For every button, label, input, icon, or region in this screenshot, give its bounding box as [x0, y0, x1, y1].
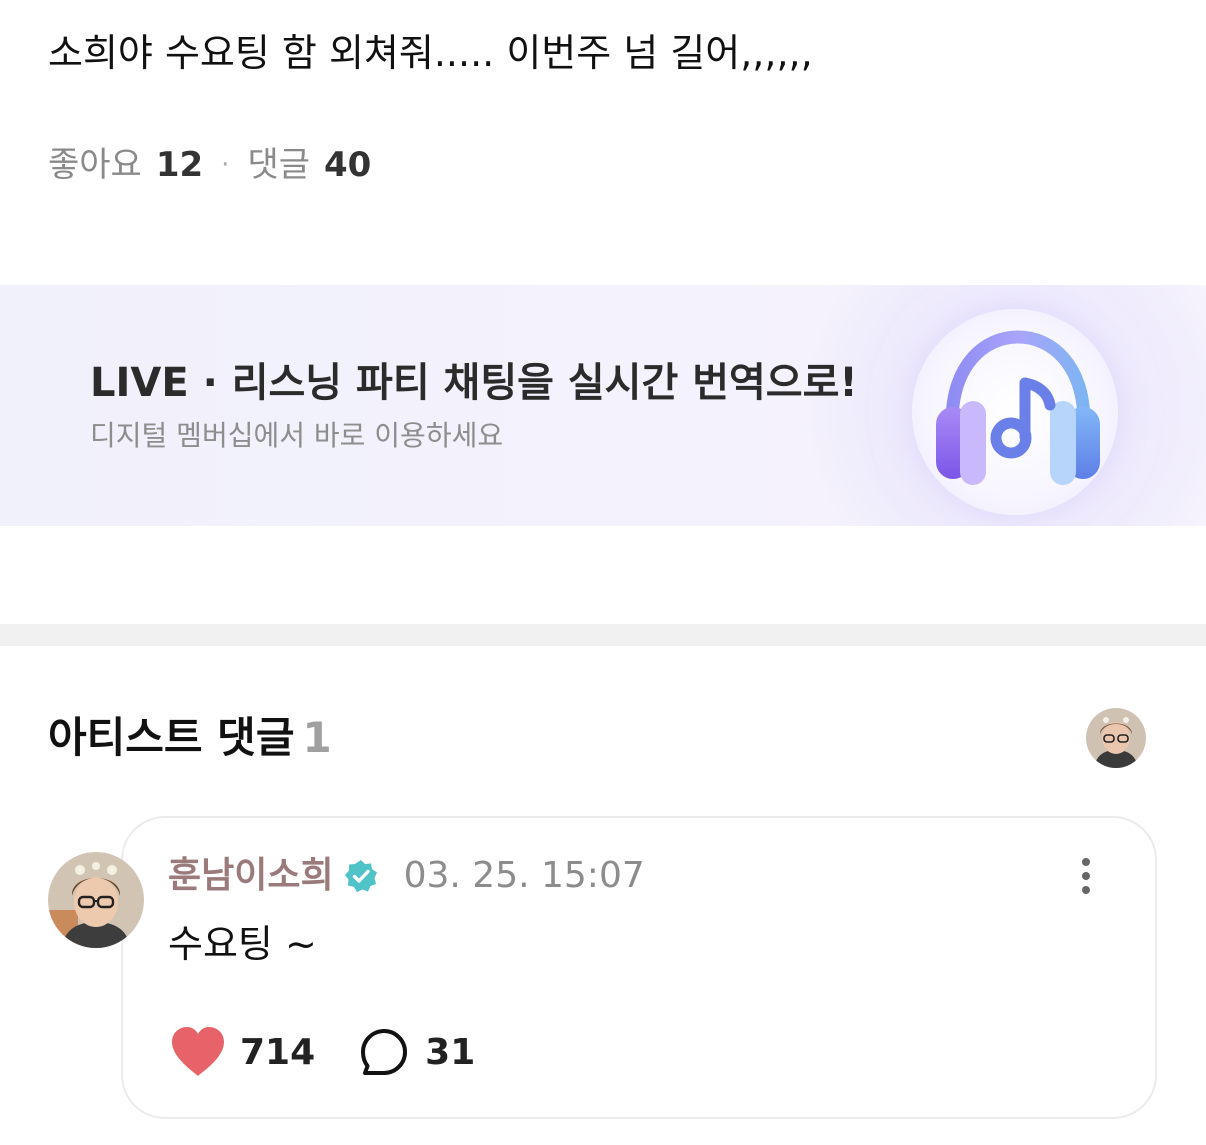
like-count: 714 — [240, 1031, 316, 1073]
post-stats: 좋아요 12 · 댓글 40 — [48, 142, 371, 188]
artist-avatar-image — [1086, 708, 1146, 768]
comments-label[interactable]: 댓글 — [247, 142, 310, 188]
likes-label[interactable]: 좋아요 — [48, 142, 142, 188]
banner-title: LIVE · 리스닝 파티 채팅을 실시간 번역으로! — [90, 360, 858, 406]
verified-badge-icon — [344, 860, 377, 892]
comment-actions: 714 31 — [170, 1026, 475, 1078]
comment-timestamp: 03. 25. 15:07 — [403, 855, 645, 896]
section-divider — [0, 624, 1206, 646]
promo-banner[interactable]: LIVE · 리스닝 파티 채팅을 실시간 번역으로! 디지털 멤버십에서 바로… — [0, 285, 1206, 526]
banner-subtitle: 디지털 멤버십에서 바로 이용하세요 — [90, 419, 504, 452]
more-vertical-icon[interactable] — [1074, 856, 1098, 896]
artist-comments-title: 아티스트 댓글 — [48, 713, 295, 762]
artist-comments-count: 1 — [302, 713, 332, 762]
speech-bubble-icon[interactable] — [359, 1027, 409, 1077]
artist-avatar[interactable] — [1086, 708, 1146, 768]
post-body-text: 소희야 수요팅 함 외쳐줘..... 이번주 넘 길어,,,,,, — [48, 31, 813, 75]
heart-icon[interactable] — [170, 1026, 226, 1078]
headphones-music-icon — [936, 330, 1100, 485]
stats-separator: · — [221, 150, 230, 180]
likes-count[interactable]: 12 — [156, 142, 203, 188]
artist-comments-heading: 아티스트 댓글 1 — [48, 710, 332, 766]
comment-author-name[interactable]: 훈남이소희 — [168, 852, 334, 900]
comments-count[interactable]: 40 — [324, 142, 371, 188]
post-detail-page: 소희야 수요팅 함 외쳐줘..... 이번주 넘 길어,,,,,, 좋아요 12… — [0, 0, 1206, 1145]
comment-header: 훈남이소희 03. 25. 15:07 — [168, 852, 645, 900]
reply-count: 31 — [425, 1031, 476, 1073]
comment-text: 수요팅 ~ — [168, 922, 317, 966]
comment-author-avatar-image — [48, 852, 144, 948]
comment-author-avatar[interactable] — [48, 852, 144, 948]
